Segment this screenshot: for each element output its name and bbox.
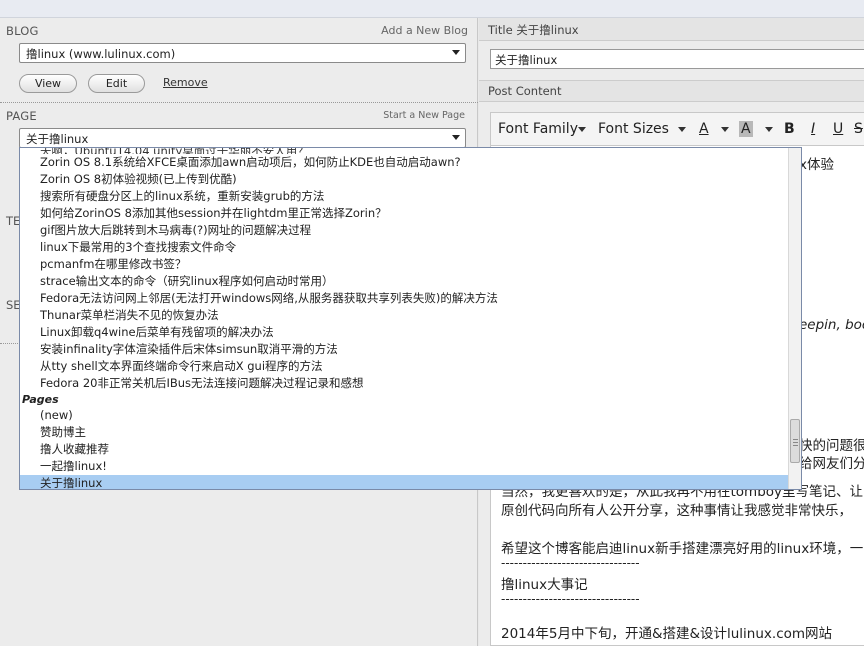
font-sizes-select[interactable]: Font Sizes bbox=[598, 121, 669, 137]
chevron-down-icon[interactable] bbox=[578, 127, 586, 132]
background-color-button[interactable]: A bbox=[739, 121, 753, 137]
list-item[interactable]: (new) bbox=[20, 407, 801, 424]
grip-icon bbox=[793, 442, 798, 443]
list-item[interactable]: 一起撸linux! bbox=[20, 458, 801, 475]
blog-select[interactable]: 撸linux (www.lulinux.com) bbox=[19, 43, 466, 63]
dropdown-scrollbar[interactable] bbox=[788, 148, 801, 489]
font-family-select[interactable]: Font Family bbox=[498, 121, 578, 137]
list-item[interactable]: Thunar菜单栏消失不见的恢复办法 bbox=[20, 307, 801, 324]
editor-separator: -------------------------------- bbox=[501, 556, 640, 570]
list-item[interactable]: 如何给ZorinOS 8添加其他session并在lightdm里正常选择Zor… bbox=[20, 205, 801, 222]
editor-text-line: 给网友们分 bbox=[799, 456, 864, 472]
pages-group-label: Pages bbox=[22, 393, 59, 406]
editor-separator: -------------------------------- bbox=[501, 592, 640, 606]
title-header: Title 关于撸linux bbox=[479, 18, 864, 41]
page-section-label: PAGE bbox=[6, 109, 37, 123]
list-item[interactable]: 撸人收藏推荐 bbox=[20, 441, 801, 458]
post-content-header: Post Content bbox=[479, 80, 864, 102]
chevron-down-icon[interactable] bbox=[721, 127, 729, 132]
bold-button[interactable]: B bbox=[784, 121, 795, 137]
list-item[interactable]: pcmanfm在哪里修改书签？ bbox=[20, 256, 801, 273]
edit-button[interactable]: Edit bbox=[88, 74, 145, 93]
title-input[interactable]: 关于撸linux bbox=[490, 49, 864, 69]
list-item[interactable]: 从tty shell文本界面终端命令行来启动X gui程序的方法 bbox=[20, 358, 801, 375]
chevron-down-icon bbox=[452, 135, 460, 140]
list-item[interactable]: Zorin OS 8初体验视频(已上传到优酷) bbox=[20, 171, 801, 188]
text-color-button[interactable]: A bbox=[699, 121, 709, 137]
page-dropdown-list[interactable]: 天啊，Ubuntu14.04 unity桌面过于华丽不安人用？ Zorin OS… bbox=[19, 147, 802, 490]
italic-button[interactable]: I bbox=[811, 121, 815, 137]
list-item[interactable]: strace输出文本的命令（研究linux程序如何启动时常用） bbox=[20, 273, 801, 290]
editor-text-line: x体验 bbox=[799, 157, 834, 173]
list-item[interactable]: 关于撸linux bbox=[20, 475, 801, 489]
list-item[interactable]: 安装infinality字体渲染插件后宋体simsun取消平滑的方法 bbox=[20, 341, 801, 358]
blog-select-value: 撸linux (www.lulinux.com) bbox=[26, 47, 176, 61]
chevron-down-icon[interactable] bbox=[765, 127, 773, 132]
editor-text-line: 2014年5月中下旬，开通&搭建&设计lulinux.com网站 bbox=[501, 626, 833, 642]
remove-link[interactable]: Remove bbox=[163, 76, 208, 89]
editor-text-line: 快的问题很 bbox=[799, 438, 864, 454]
underline-button[interactable]: U bbox=[833, 121, 843, 137]
list-item[interactable]: Fedora无法访问网上邻居(无法打开windows网络,从服务器获取共享列表失… bbox=[20, 290, 801, 307]
list-item[interactable]: linux下最常用的3个查找搜索文件命令 bbox=[20, 239, 801, 256]
list-item[interactable]: 搜索所有硬盘分区上的linux系统，重新安装grub的方法 bbox=[20, 188, 801, 205]
strikethrough-button[interactable]: S bbox=[854, 121, 863, 137]
chevron-down-icon[interactable] bbox=[678, 127, 686, 132]
editor-text-line: 希望这个博客能启迪linux新手搭建漂亮好用的linux环境，一 bbox=[501, 541, 864, 557]
list-item[interactable]: gif图片放大后跳转到木马病毒(?)网址的问题解决过程 bbox=[20, 222, 801, 239]
grip-icon bbox=[793, 445, 798, 446]
add-new-blog-link[interactable]: Add a New Blog bbox=[330, 24, 468, 37]
editor-text-line: 撸linux大事记 bbox=[501, 577, 588, 593]
blog-section-label: BLOG bbox=[6, 24, 39, 38]
page-select-value: 关于撸linux bbox=[26, 132, 89, 146]
editor-text-line: 原创代码向所有人公开分享，这种事情让我感觉非常快乐， bbox=[501, 503, 852, 519]
editor-text-line: eepin, boo bbox=[799, 317, 864, 333]
editor-toolbar: Font Family Font Sizes A A B I U S bbox=[490, 112, 864, 145]
view-button[interactable]: View bbox=[19, 74, 77, 93]
list-item[interactable]: Zorin OS 8.1系统给XFCE桌面添加awn启动项后，如何防止KDE也自… bbox=[20, 154, 801, 171]
grip-icon bbox=[793, 439, 798, 440]
list-item[interactable]: Fedora 20非正常关机后IBus无法连接问题解决过程记录和感想 bbox=[20, 375, 801, 392]
page-select[interactable]: 关于撸linux bbox=[19, 128, 466, 148]
list-item[interactable]: 赞助博主 bbox=[20, 424, 801, 441]
top-bar bbox=[0, 0, 864, 18]
list-item[interactable]: Linux卸载q4wine后菜单有残留项的解决办法 bbox=[20, 324, 801, 341]
chevron-down-icon bbox=[452, 50, 460, 55]
scroll-thumb[interactable] bbox=[790, 419, 800, 463]
start-new-page-link[interactable]: Start a New Page bbox=[330, 110, 465, 121]
section-divider bbox=[0, 102, 478, 103]
